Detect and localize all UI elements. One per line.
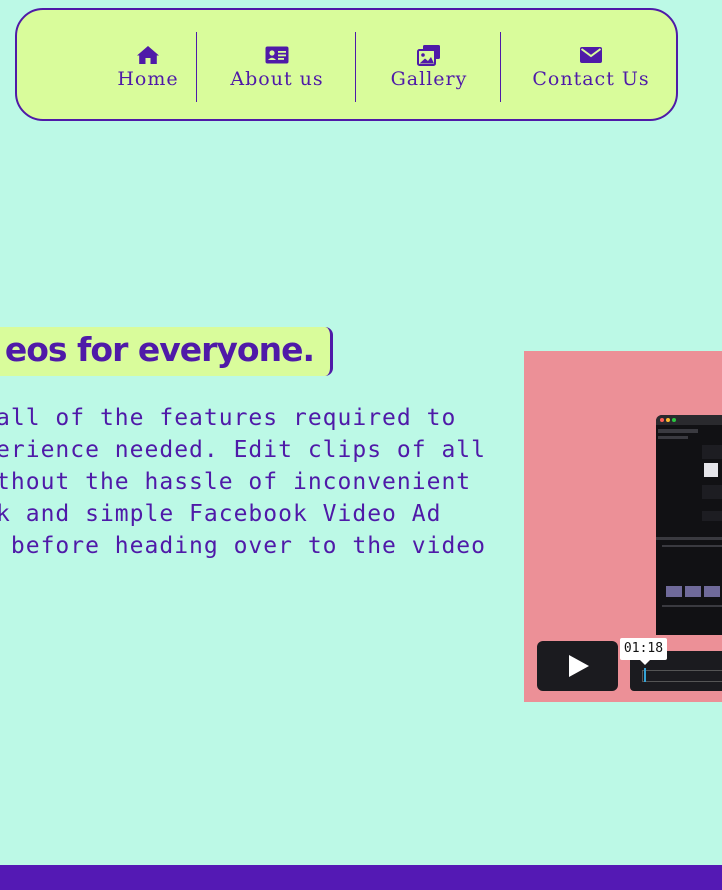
nav-item-gallery[interactable]: Gallery xyxy=(390,10,468,123)
main-nav: Home About us Gallery Contact Us xyxy=(15,8,678,121)
nav-item-home[interactable]: Home xyxy=(105,10,191,123)
nav-label-contact: Contact Us xyxy=(532,68,650,90)
images-icon xyxy=(417,44,441,66)
nav-item-about[interactable]: About us xyxy=(230,10,324,123)
play-button[interactable] xyxy=(537,641,618,691)
hero-paragraph-line: before heading over to the video xyxy=(0,533,486,559)
nav-divider xyxy=(500,32,501,102)
hero-paragraph-line: all of the features required to xyxy=(0,405,457,431)
nav-divider xyxy=(355,32,356,102)
hero-paragraph-line: k and simple Facebook Video Ad xyxy=(0,501,442,527)
video-thumbnail xyxy=(656,415,722,635)
play-icon xyxy=(568,655,589,677)
progress-playhead[interactable] xyxy=(644,668,646,682)
nav-divider xyxy=(196,32,197,102)
hero-title: eos for everyone. xyxy=(4,330,315,369)
nav-label-gallery: Gallery xyxy=(390,68,468,90)
hero-paragraph-line: thout the hassle of inconvenient xyxy=(0,469,472,495)
hero-paragraph-line: erience needed. Edit clips of all xyxy=(0,437,486,463)
home-icon xyxy=(136,44,160,66)
video-player[interactable]: 01:18 xyxy=(524,351,722,702)
time-tooltip: 01:18 xyxy=(620,638,667,665)
nav-label-about: About us xyxy=(230,68,324,90)
nav-label-home: Home xyxy=(117,68,179,90)
hero-title-banner: eos for everyone. xyxy=(0,327,333,376)
hero-paragraph: all of the features required to erience … xyxy=(0,400,500,570)
nav-item-contact[interactable]: Contact Us xyxy=(532,10,649,123)
footer-bar xyxy=(0,865,722,890)
envelope-icon xyxy=(579,44,603,66)
id-card-icon xyxy=(265,44,289,66)
progress-track[interactable] xyxy=(642,670,722,682)
